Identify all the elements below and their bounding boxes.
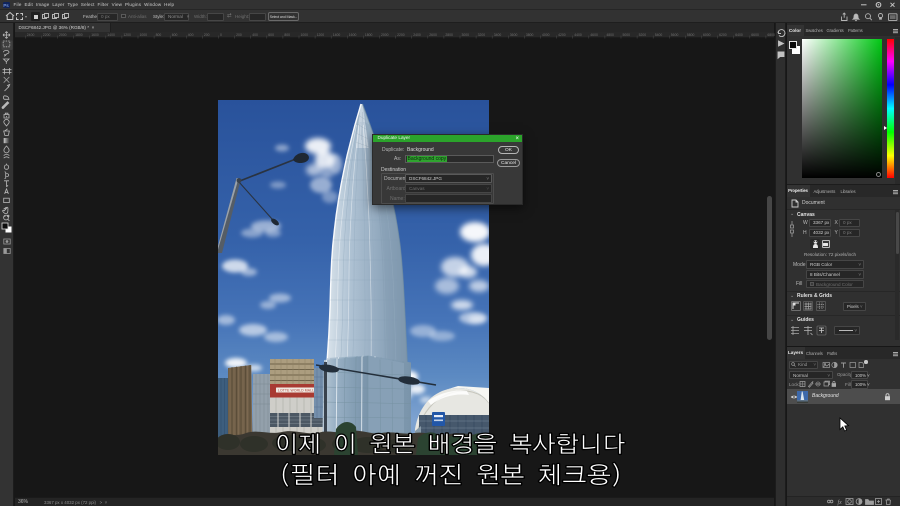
svg-text:3600: 3600 [509, 33, 517, 37]
svg-text:5400: 5400 [654, 33, 662, 37]
svg-text:600: 600 [268, 33, 274, 37]
svg-text:2600: 2600 [429, 33, 437, 37]
svg-text:600: 600 [171, 33, 177, 37]
svg-text:6000: 6000 [703, 33, 711, 37]
svg-text:4600: 4600 [590, 33, 598, 37]
svg-text:6400: 6400 [735, 33, 743, 37]
svg-text:1000: 1000 [139, 33, 147, 37]
svg-text:4800: 4800 [606, 33, 614, 37]
svg-text:1400: 1400 [332, 33, 340, 37]
svg-text:200: 200 [236, 33, 242, 37]
svg-text:1200: 1200 [123, 33, 131, 37]
svg-text:400: 400 [187, 33, 193, 37]
svg-text:6600: 6600 [751, 33, 759, 37]
svg-text:2000: 2000 [381, 33, 389, 37]
svg-text:4000: 4000 [542, 33, 550, 37]
svg-text:4400: 4400 [574, 33, 582, 37]
svg-text:200: 200 [203, 33, 209, 37]
svg-text:1800: 1800 [364, 33, 372, 37]
svg-text:2200: 2200 [42, 33, 50, 37]
svg-text:LOTTE WORLD MALL: LOTTE WORLD MALL [278, 389, 314, 393]
svg-text:6800: 6800 [767, 33, 775, 37]
svg-text:1800: 1800 [75, 33, 83, 37]
svg-text:800: 800 [284, 33, 290, 37]
svg-text:5000: 5000 [622, 33, 630, 37]
svg-text:3400: 3400 [493, 33, 501, 37]
svg-text:400: 400 [252, 33, 258, 37]
svg-text:2800: 2800 [445, 33, 453, 37]
svg-text:800: 800 [155, 33, 161, 37]
svg-text:1200: 1200 [316, 33, 324, 37]
svg-text:3800: 3800 [525, 33, 533, 37]
svg-text:0: 0 [220, 33, 222, 37]
svg-text:2200: 2200 [397, 33, 405, 37]
svg-text:5200: 5200 [638, 33, 646, 37]
svg-text:2000: 2000 [59, 33, 67, 37]
svg-text:6200: 6200 [719, 33, 727, 37]
svg-text:1600: 1600 [91, 33, 99, 37]
svg-text:1400: 1400 [107, 33, 115, 37]
svg-text:2400: 2400 [413, 33, 421, 37]
svg-text:5600: 5600 [670, 33, 678, 37]
svg-text:5800: 5800 [686, 33, 694, 37]
svg-text:1000: 1000 [300, 33, 308, 37]
svg-text:3000: 3000 [461, 33, 469, 37]
svg-text:4200: 4200 [558, 33, 566, 37]
svg-text:3200: 3200 [477, 33, 485, 37]
svg-text:1600: 1600 [348, 33, 356, 37]
svg-text:2400: 2400 [26, 33, 34, 37]
